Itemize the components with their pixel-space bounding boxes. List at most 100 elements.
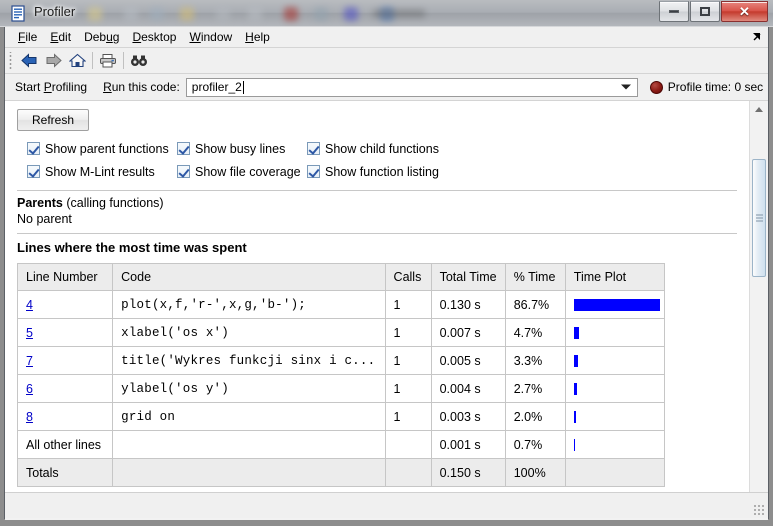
cell-pct-time: 100% bbox=[504, 458, 566, 487]
cell-total-time: 0.004 s bbox=[430, 374, 506, 403]
forward-icon bbox=[46, 53, 62, 68]
run-code-combobox[interactable]: profiler_2 bbox=[185, 77, 638, 97]
menu-bar: File Edit Debug Desktop Window Help bbox=[5, 27, 768, 48]
cell-time-plot bbox=[564, 374, 666, 403]
checkbox-label: Show parent functions bbox=[45, 141, 169, 156]
cell-line-number: All other lines bbox=[16, 430, 114, 459]
back-button[interactable] bbox=[17, 50, 41, 72]
home-button[interactable] bbox=[65, 50, 89, 72]
time-plot-bar bbox=[573, 326, 579, 339]
cell-time-plot bbox=[564, 402, 666, 431]
line-number-link[interactable]: 8 bbox=[26, 410, 33, 424]
print-icon bbox=[100, 54, 116, 68]
table-row: 7 title('Wykres funkcji sinx i c... 1 0.005… bbox=[16, 346, 666, 375]
cell-line-number[interactable]: 8 bbox=[16, 402, 114, 431]
checkbox-label: Show function listing bbox=[325, 164, 439, 179]
profile-time-label: Profile time: 0 sec bbox=[667, 80, 764, 94]
checkmark-icon bbox=[27, 142, 40, 155]
checkbox-show-parent-functions[interactable]: Show parent functions bbox=[27, 142, 177, 156]
find-button[interactable] bbox=[127, 50, 151, 72]
column-header-time-plot[interactable]: Time Plot bbox=[564, 263, 666, 291]
run-this-code-label: Run this code: bbox=[103, 80, 180, 94]
checkbox-label: Show M-Lint results bbox=[45, 164, 155, 179]
column-header-code[interactable]: Code bbox=[112, 263, 386, 291]
start-profiling-button[interactable]: Start Profiling bbox=[15, 80, 87, 94]
cell-code: ylabel('os y') bbox=[112, 374, 386, 403]
window-client-area: File Edit Debug Desktop Window Help Star… bbox=[4, 27, 769, 520]
column-header-line-number[interactable]: Line Number bbox=[16, 263, 114, 291]
column-header-total-time[interactable]: Total Time bbox=[430, 263, 506, 291]
line-number-link[interactable]: 5 bbox=[26, 326, 33, 340]
cell-code: xlabel('os x') bbox=[112, 318, 386, 347]
cell-calls: 1 bbox=[384, 318, 432, 347]
vertical-scrollbar-thumb[interactable] bbox=[752, 159, 766, 277]
minimize-icon bbox=[669, 10, 679, 13]
menu-window[interactable]: Window bbox=[183, 29, 239, 45]
cell-time-plot bbox=[564, 318, 666, 347]
checkbox-show-file-coverage[interactable]: Show file coverage bbox=[177, 165, 307, 179]
cell-time-plot bbox=[564, 290, 666, 319]
checkbox-label: Show child functions bbox=[325, 141, 439, 156]
window-title: Profiler bbox=[34, 4, 76, 19]
menu-debug[interactable]: Debug bbox=[78, 29, 126, 45]
column-header-pct-time[interactable]: % Time bbox=[504, 263, 566, 291]
checkmark-icon bbox=[307, 165, 320, 178]
forward-button[interactable] bbox=[41, 50, 65, 72]
menu-help[interactable]: Help bbox=[239, 29, 277, 45]
table-row: 5 xlabel('os x') 1 0.007 s 4.7% bbox=[16, 318, 666, 347]
cell-calls: 1 bbox=[384, 290, 432, 319]
cell-code: plot(x,f,'r-',x,g,'b-'); bbox=[112, 290, 386, 319]
chevron-down-icon[interactable] bbox=[620, 84, 631, 90]
time-plot-bar bbox=[573, 354, 578, 367]
cell-line-number[interactable]: 7 bbox=[16, 346, 114, 375]
options-row-1: Show parent functions Show busy lines Sh… bbox=[27, 137, 749, 160]
resize-grip[interactable] bbox=[753, 504, 765, 516]
cell-total-time: 0.130 s bbox=[430, 290, 506, 319]
checkbox-show-function-listing[interactable]: Show function listing bbox=[307, 165, 439, 179]
cell-pct-time: 3.3% bbox=[504, 346, 566, 375]
cell-time-plot bbox=[564, 346, 666, 375]
checkbox-show-busy-lines[interactable]: Show busy lines bbox=[177, 142, 307, 156]
time-plot-bar bbox=[573, 382, 577, 395]
cell-line-number[interactable]: 4 bbox=[16, 290, 114, 319]
vertical-scrollbar[interactable] bbox=[749, 101, 768, 503]
minimize-button[interactable] bbox=[659, 1, 689, 22]
line-number-link[interactable]: 4 bbox=[26, 298, 33, 312]
text-cursor bbox=[242, 80, 244, 94]
refresh-button[interactable]: Refresh bbox=[17, 109, 90, 131]
close-button[interactable]: ✕ bbox=[721, 1, 768, 22]
cell-total-time: 0.003 s bbox=[430, 402, 506, 431]
menu-edit[interactable]: Edit bbox=[44, 29, 78, 45]
column-header-calls[interactable]: Calls bbox=[384, 263, 432, 291]
cell-line-number[interactable]: 6 bbox=[16, 374, 114, 403]
checkbox-show-mlint-results[interactable]: Show M-Lint results bbox=[27, 165, 177, 179]
print-button[interactable] bbox=[96, 50, 120, 72]
toolbar-grip[interactable] bbox=[7, 51, 15, 70]
menu-desktop[interactable]: Desktop bbox=[126, 29, 183, 45]
line-number-link[interactable]: 7 bbox=[26, 354, 33, 368]
menu-file[interactable]: File bbox=[12, 29, 44, 45]
red-stop-ball-icon bbox=[649, 80, 663, 94]
undock-arrow-icon[interactable] bbox=[751, 31, 763, 43]
run-code-input[interactable]: profiler_2 bbox=[187, 80, 242, 94]
toolbar-separator bbox=[92, 52, 93, 69]
tool-bar bbox=[5, 48, 768, 74]
time-plot-bar bbox=[573, 298, 660, 311]
cell-line-number[interactable]: 5 bbox=[16, 318, 114, 347]
cell-code: grid on bbox=[112, 402, 386, 431]
scroll-up-button[interactable] bbox=[750, 101, 768, 118]
table-row: 8 grid on 1 0.003 s 2.0% bbox=[16, 402, 666, 431]
cell-pct-time: 2.7% bbox=[504, 374, 566, 403]
options-row-2: Show M-Lint results Show file coverage S… bbox=[27, 160, 749, 183]
profiler-content-pane: Refresh Show parent functions Show busy … bbox=[5, 101, 768, 520]
cell-total-time: 0.150 s bbox=[430, 458, 506, 487]
parents-heading-rest: (calling functions) bbox=[62, 196, 164, 210]
checkmark-icon bbox=[27, 165, 40, 178]
profiler-window: Profiler ✕ File Edit Debug Desktop Windo… bbox=[0, 0, 773, 526]
cell-calls bbox=[384, 430, 432, 459]
maximize-button[interactable] bbox=[690, 1, 720, 22]
checkbox-show-child-functions[interactable]: Show child functions bbox=[307, 142, 439, 156]
title-bar: Profiler ✕ bbox=[0, 0, 773, 27]
chevron-up-icon bbox=[755, 107, 763, 112]
line-number-link[interactable]: 6 bbox=[26, 382, 33, 396]
